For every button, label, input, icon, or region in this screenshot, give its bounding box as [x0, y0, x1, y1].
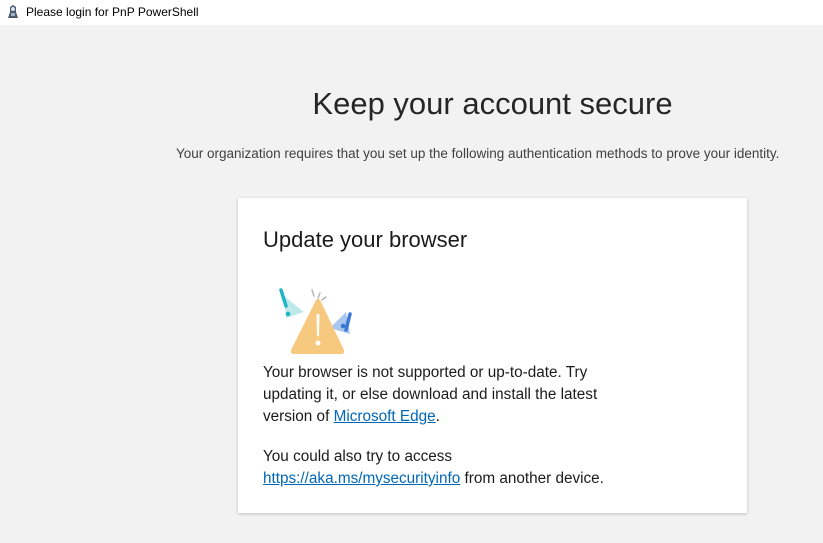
message2-suffix: from another device.: [460, 470, 604, 487]
browser-warning-icon: [279, 288, 352, 354]
window-titlebar: Please login for PnP PowerShell: [0, 0, 823, 25]
mysecurityinfo-link[interactable]: https://aka.ms/mysecurityinfo: [263, 470, 460, 487]
pnp-powershell-app-icon: [8, 5, 18, 18]
browser-unsupported-message: Your browser is not supported or up-to-d…: [263, 362, 623, 428]
page-title: Keep your account secure: [312, 86, 673, 121]
message1-period: .: [435, 408, 440, 425]
other-device-message: You could also try to access https://aka…: [263, 446, 623, 490]
card-title: Update your browser: [263, 227, 468, 252]
message2-text: You could also try to access: [263, 448, 453, 465]
update-browser-card: Update your browser Your browser is not …: [238, 198, 747, 513]
page-subtitle: Your organization requires that you set …: [176, 146, 780, 161]
window-title: Please login for PnP PowerShell: [26, 5, 199, 19]
microsoft-edge-link[interactable]: Microsoft Edge: [334, 408, 436, 425]
